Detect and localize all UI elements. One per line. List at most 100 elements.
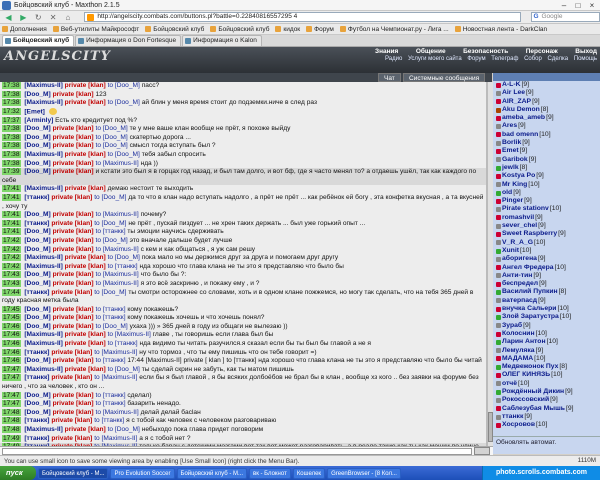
submenu-item[interactable]: Радио bbox=[385, 56, 402, 65]
submenu-item[interactable]: Помощь bbox=[574, 56, 597, 65]
user-name[interactable]: romashvil bbox=[502, 214, 534, 222]
message-sender[interactable]: [Doo_M] bbox=[24, 134, 50, 141]
user-name[interactable]: Air Lee bbox=[502, 89, 525, 97]
message-sender[interactable]: [Doo_M] bbox=[24, 392, 50, 399]
user-list-item[interactable]: Злой Заратустра [10] bbox=[493, 313, 600, 321]
user-name[interactable]: ватерпасд bbox=[502, 297, 537, 305]
user-name[interactable]: Рождённый Дикин bbox=[502, 388, 564, 396]
bookmark-item[interactable]: Веб-утилиты Майкрософт bbox=[52, 26, 139, 33]
user-list-item[interactable]: Анти-тин [9] bbox=[493, 272, 600, 280]
message-time[interactable]: 17:44 bbox=[2, 288, 21, 296]
message-recipient[interactable]: to [ттанкк] bbox=[108, 340, 138, 347]
message-recipient[interactable]: to [Maximus-II] bbox=[108, 331, 151, 338]
message-sender[interactable]: [Maximus-II] bbox=[24, 99, 62, 106]
user-list-item[interactable]: Рождённый Дикин [9] bbox=[493, 388, 600, 396]
user-name[interactable]: Зураб bbox=[502, 322, 522, 330]
user-name[interactable]: отчё bbox=[502, 380, 517, 388]
message-recipient[interactable]: to [Doo_M] bbox=[108, 151, 140, 158]
message-sender[interactable]: [Doo_M] bbox=[24, 142, 50, 149]
user-name[interactable]: Медвежонок Пух bbox=[502, 363, 558, 371]
user-list-item[interactable]: Mr King [10] bbox=[493, 181, 600, 189]
user-list-item[interactable]: Garibok [9] bbox=[493, 156, 600, 164]
user-name[interactable]: ameba_ameb bbox=[502, 114, 545, 122]
user-name[interactable]: AIR_ZAP bbox=[502, 98, 531, 106]
message-time[interactable]: 17:41 bbox=[2, 228, 21, 236]
user-list-item[interactable]: Emet [9] bbox=[493, 147, 600, 155]
message-recipient[interactable]: to [Doo_M] bbox=[94, 289, 126, 296]
user-name[interactable]: jewlk bbox=[502, 164, 519, 172]
message-time[interactable]: 17:48 bbox=[2, 408, 21, 416]
user-list-item[interactable]: romashvil [9] bbox=[493, 214, 600, 222]
message-sender[interactable]: [Maximus-II] bbox=[24, 82, 62, 89]
message-time[interactable]: 17:42 bbox=[2, 254, 21, 262]
stop-icon[interactable]: ✕ bbox=[47, 12, 60, 23]
user-list-item[interactable]: Рокоссовский [9] bbox=[493, 396, 600, 404]
user-list-item[interactable]: аборигена [9] bbox=[493, 255, 600, 263]
message-time[interactable]: 17:46 bbox=[2, 340, 21, 348]
message-sender[interactable]: [Arminly] bbox=[24, 117, 53, 124]
message-sender[interactable]: [Doo_M] bbox=[24, 306, 50, 313]
tab-chat[interactable]: Чат bbox=[378, 73, 401, 82]
message-sender[interactable]: [ттанкк] bbox=[24, 289, 49, 296]
user-name[interactable]: Хосровов bbox=[502, 421, 535, 429]
message-sender[interactable]: [ттанкк] bbox=[24, 374, 49, 381]
message-time[interactable]: 17:38 bbox=[2, 125, 21, 133]
user-list-item[interactable]: ОЛЕГ КИНЯЗЬ [10] bbox=[493, 371, 600, 379]
message-recipient[interactable]: to [Doo_M] bbox=[108, 254, 140, 261]
message-time[interactable]: 17:41 bbox=[2, 185, 21, 193]
back-icon[interactable]: ◀ bbox=[2, 12, 15, 23]
user-list-item[interactable]: Air Lee [9] bbox=[493, 89, 600, 97]
user-list-item[interactable]: Borlik [9] bbox=[493, 139, 600, 147]
user-name[interactable]: ттанкк bbox=[502, 413, 523, 421]
message-time[interactable]: 17:45 bbox=[2, 305, 21, 313]
message-sender[interactable]: [Maximus-II] bbox=[24, 254, 62, 261]
forward-icon[interactable]: ▶ bbox=[17, 12, 30, 23]
user-list-item[interactable]: Xunit [10] bbox=[493, 247, 600, 255]
message-recipient[interactable]: to [Maximus-II] bbox=[95, 409, 138, 416]
message-time[interactable]: 17:48 bbox=[2, 417, 21, 425]
message-time[interactable]: 17:38 bbox=[2, 142, 21, 150]
message-time[interactable]: 17:42 bbox=[2, 236, 21, 244]
browser-tab[interactable]: Бойцовский клуб bbox=[2, 35, 75, 46]
message-sender[interactable]: [Doo_M] bbox=[24, 400, 50, 407]
user-name[interactable]: Aku Demon bbox=[502, 106, 540, 114]
message-time[interactable]: 17:43 bbox=[2, 279, 21, 287]
message-recipient[interactable]: to [Doo_M] bbox=[108, 426, 140, 433]
address-bar[interactable]: http://angelscity.combats.com/buttons.pl… bbox=[84, 12, 521, 22]
message-sender[interactable]: [Doo_M] bbox=[24, 228, 50, 235]
start-button[interactable]: пуск bbox=[0, 466, 36, 480]
message-sender[interactable]: [Emet] bbox=[24, 108, 45, 115]
message-sender[interactable]: [Doo_M] bbox=[24, 314, 50, 321]
message-sender[interactable]: [Maximus-II] bbox=[24, 426, 62, 433]
message-time[interactable]: 17:43 bbox=[2, 271, 21, 279]
message-sender[interactable]: [Doo_M] bbox=[24, 160, 50, 167]
user-name[interactable]: Ангел Фредерa bbox=[502, 264, 554, 272]
bookmark-item[interactable]: Бойцовский клуб bbox=[145, 26, 204, 33]
user-name[interactable]: внучка Сальери bbox=[502, 305, 556, 313]
user-list-item[interactable]: Ангел Фредерa [10] bbox=[493, 264, 600, 272]
user-list-item[interactable]: Pirate stationv [10] bbox=[493, 205, 600, 213]
submenu-item[interactable]: Собор bbox=[524, 56, 542, 65]
message-sender[interactable]: [Doo_M] bbox=[24, 125, 50, 132]
message-sender[interactable]: [Maximus-II] bbox=[24, 151, 62, 158]
user-name[interactable]: sever_chel bbox=[502, 222, 537, 230]
user-list-item[interactable]: Хосровов [10] bbox=[493, 421, 600, 429]
taskbar-item[interactable]: Бойцовский клуб - M... bbox=[38, 467, 109, 479]
message-recipient[interactable]: to [Maximus-II] bbox=[95, 271, 138, 278]
user-name[interactable]: old bbox=[502, 189, 512, 197]
user-list-item[interactable]: Колоснин [10] bbox=[493, 330, 600, 338]
message-time[interactable]: 17:38 bbox=[2, 159, 21, 167]
user-list-item[interactable]: bad omenn [10] bbox=[493, 131, 600, 139]
taskbar-item[interactable]: вк - Блокнот bbox=[249, 467, 291, 479]
message-recipient[interactable]: to [ттанкк] bbox=[95, 228, 125, 235]
message-time[interactable]: 17:42 bbox=[2, 245, 21, 253]
user-name[interactable]: Анти-тин bbox=[502, 272, 532, 280]
message-time[interactable]: 17:39 bbox=[2, 168, 21, 176]
search-input[interactable]: G Google bbox=[530, 12, 600, 22]
user-name[interactable]: A-L-K bbox=[502, 81, 521, 89]
message-recipient[interactable]: to [ттанкк] bbox=[95, 357, 125, 364]
message-sender[interactable]: [ттанкк] bbox=[24, 435, 49, 442]
message-time[interactable]: 17:38 bbox=[2, 133, 21, 141]
message-time[interactable]: 17:46 bbox=[2, 322, 21, 330]
user-list-item[interactable]: Sweet Raspberry [9] bbox=[493, 230, 600, 238]
